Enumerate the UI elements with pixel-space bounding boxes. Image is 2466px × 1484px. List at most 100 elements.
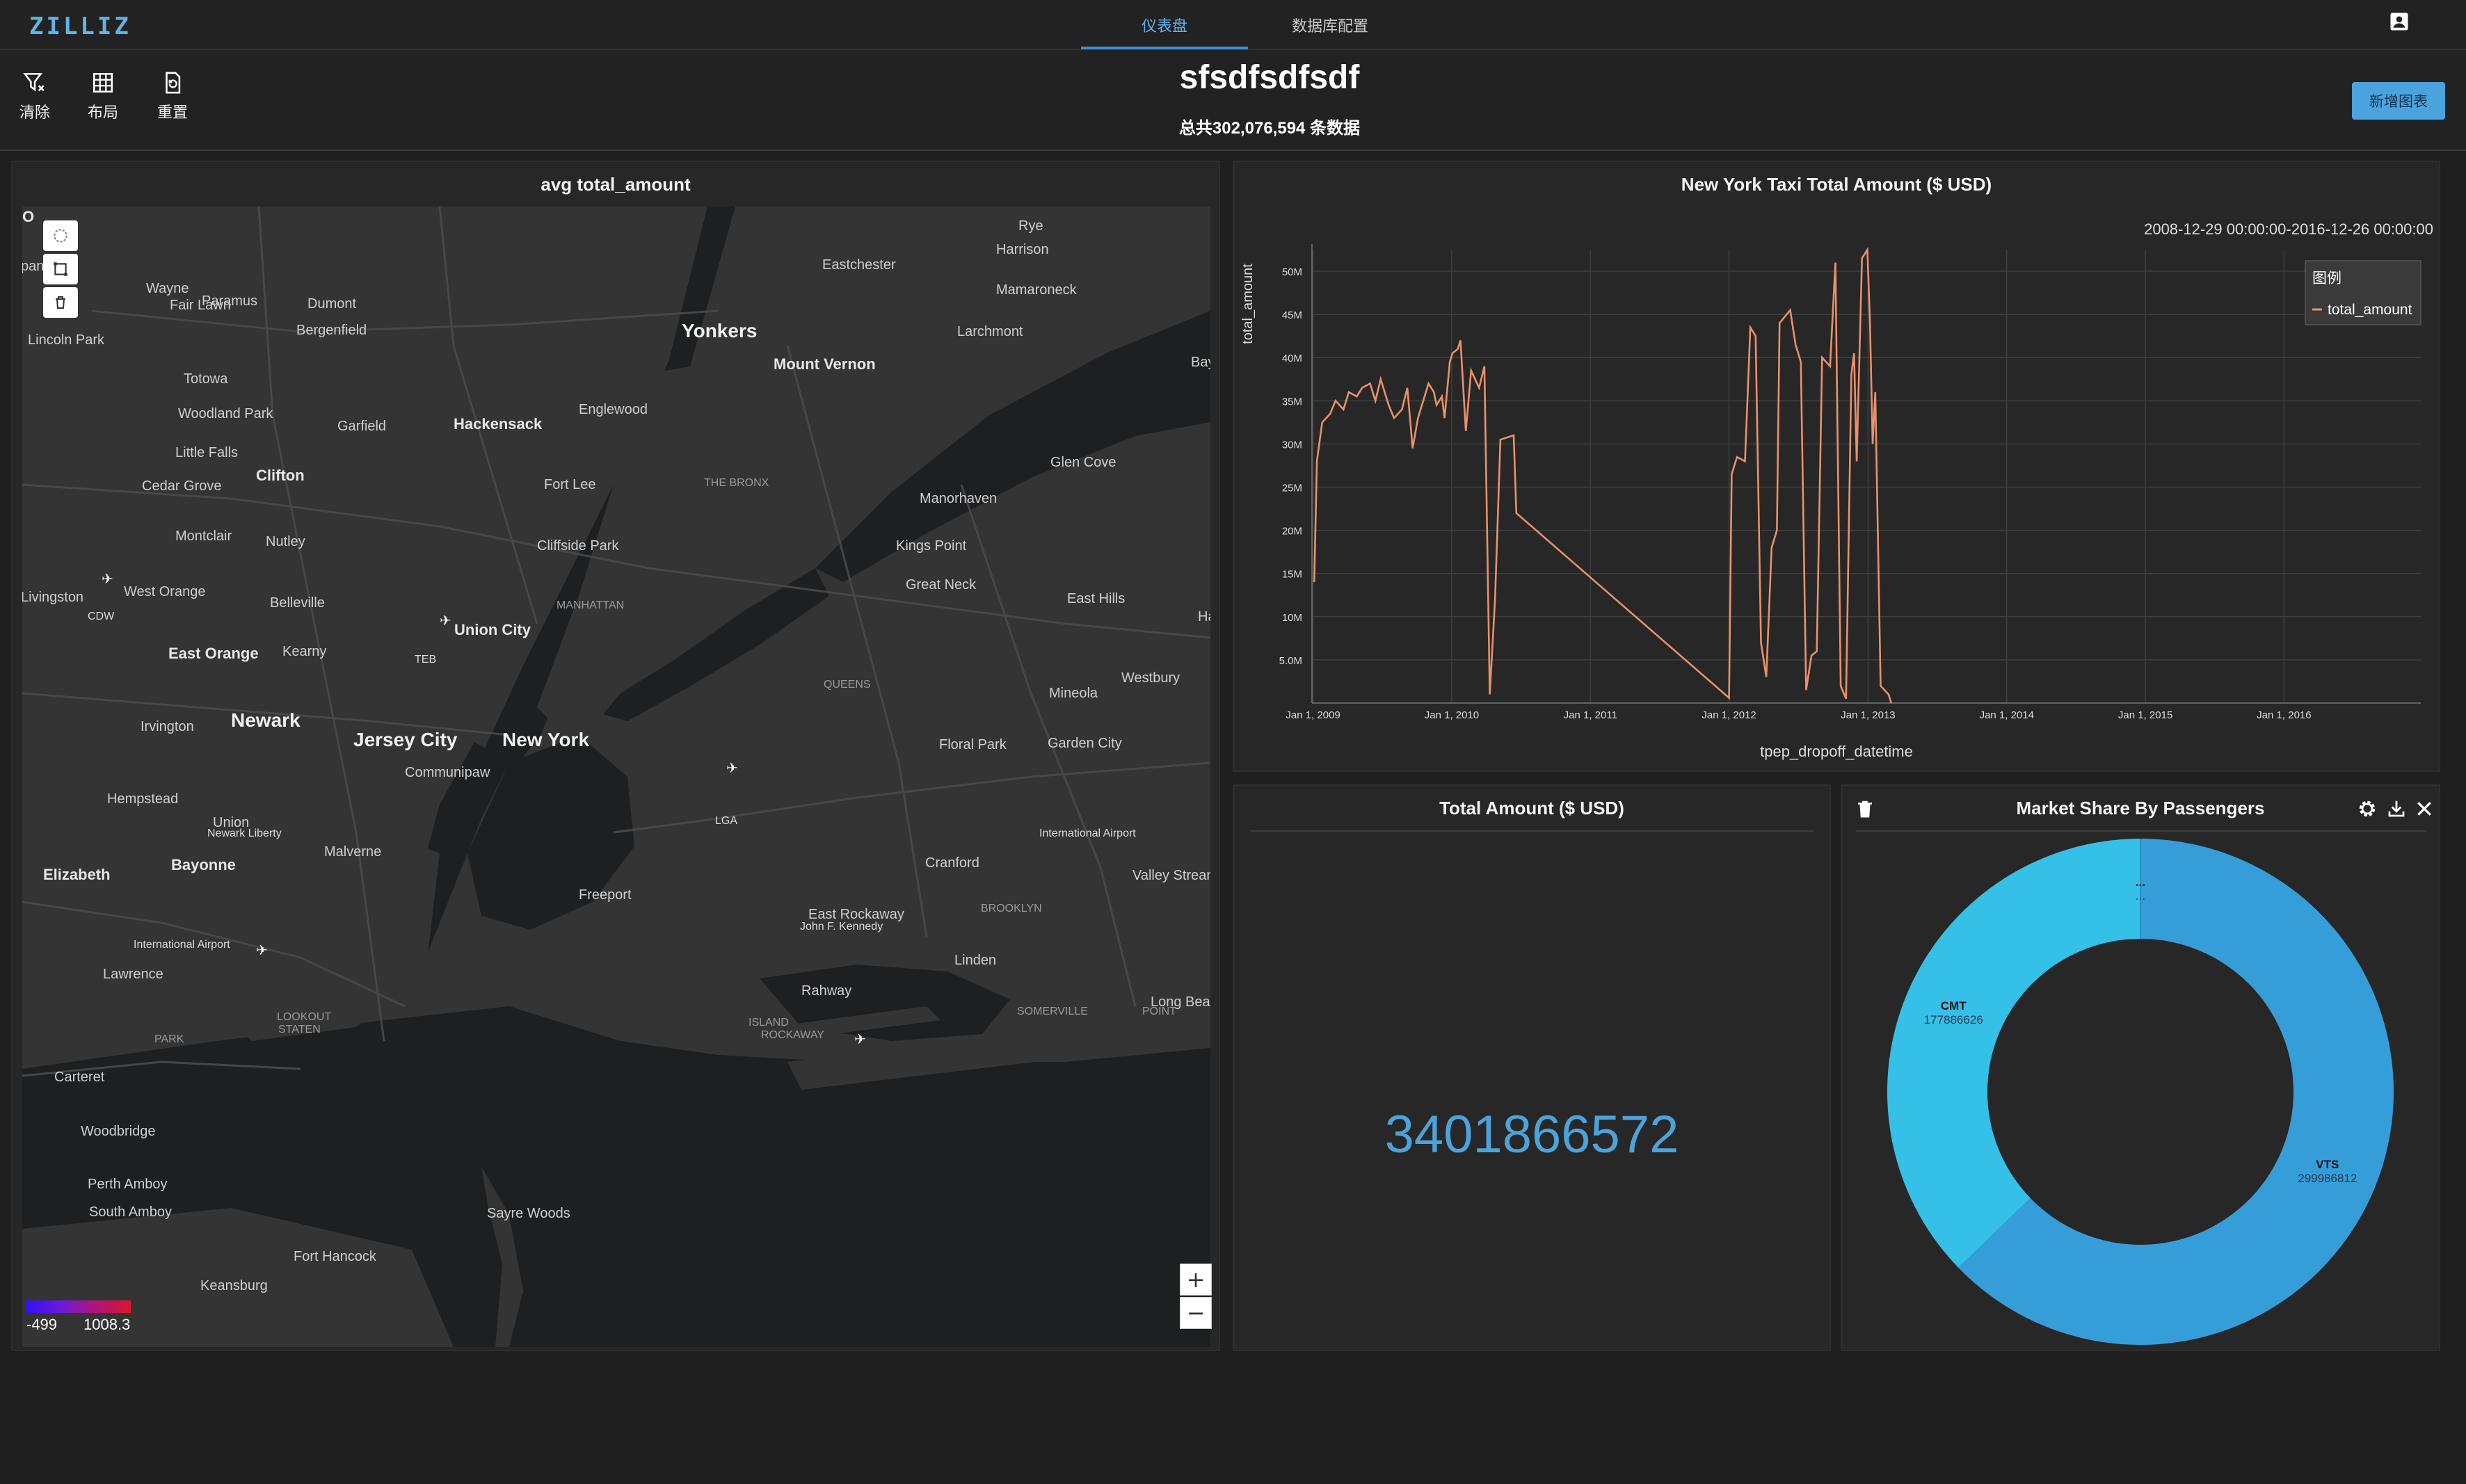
map-place-label: West Orange [124,584,205,599]
map-place-label: Union City [454,621,531,638]
map-place-label: Cranford [925,855,979,871]
map-place-label: Livingston [22,590,83,605]
y-tick-label: 40M [1282,353,1302,364]
filter-remove-icon [23,72,45,92]
donut-slices [1887,839,2394,1345]
y-tick-label: 35M [1282,396,1302,408]
zoom-in-button[interactable]: + [1180,1264,1212,1296]
line-chart-legend: 图例 total_amount [2305,260,2421,325]
trash-icon [56,296,65,309]
rect-select-icon [54,262,67,276]
map-place-label: Irvington [141,719,194,734]
legend-title: 图例 [2312,271,2341,287]
map-place-label: Larchmont [957,324,1023,339]
x-tick-label: Jan 1, 2009 [1286,709,1340,721]
map-place-label: Woodland Park [178,406,273,421]
layout-label: 布局 [87,104,118,121]
map-place-label: East Rockaway [808,907,904,922]
map-place-label: Harrison [996,242,1049,257]
map-place-label: Freeport [579,887,632,903]
map-place-label: Perth Amboy [88,1177,168,1192]
map-place-label: Glen Cove [1050,455,1116,470]
color-legend-ramp [25,1300,131,1313]
map-place-label: Cliffside Park [537,538,619,554]
map-place-label: SOMERVILLE [1017,1006,1088,1017]
top-navbar: ZILLIZ 仪表盘 数据库配置 [0,0,2466,50]
map-place-label: Manorhaven [920,491,997,506]
map-place-label: New York [502,729,589,750]
tab-database-config[interactable]: 数据库配置 [1247,14,1414,36]
x-tick-label: Jan 1, 2014 [1980,709,2034,721]
layout-button[interactable]: 布局 [75,71,131,122]
clear-selection-button[interactable] [43,287,78,318]
zilliz-logo[interactable]: ZILLIZ [29,13,131,40]
map-place-label: Westbury [1121,670,1180,686]
airport-icon: ✈ [854,1032,866,1047]
map-place-label: Malverne [324,844,381,860]
airport-icon: ✈ [726,761,738,776]
map-place-label: Montclair [175,529,232,544]
map-place-label: Rahway [801,983,851,999]
map-place-label: Bayonne [171,856,236,873]
map-place-label: Carteret [54,1070,105,1085]
y-tick-label: 20M [1282,526,1302,538]
map-place-label: Woodbridge [81,1124,155,1139]
dashboard-title[interactable]: sfsdfsdfsdf [885,58,1654,97]
map-place-label: Clifton [256,467,305,484]
map-place-label: Jersey City [353,729,458,750]
nyc-map[interactable]: Rye Harrison Eastchester Mamaroneck Larchmon… [22,207,1210,1347]
x-tick-label: Jan 1, 2016 [2257,709,2311,721]
map-place-label: Dumont [307,296,356,312]
add-chart-button[interactable]: 新增图表 [2352,82,2445,120]
map-place-label: Newark Liberty [207,828,282,839]
donut-category-label: ... [2136,876,2145,889]
y-tick-label: 45M [1282,309,1302,321]
x-axis-title: tpep_dropoff_datetime [1760,743,1913,760]
map-place-label: Mount Vernon [774,355,876,373]
donut-slice-cmt[interactable] [1887,839,2140,1268]
map-place-label: POINT [1142,1006,1176,1017]
reset-icon [166,72,181,94]
map-place-label: East Orange [168,645,259,662]
map-place-label: Garfield [337,419,386,434]
map-place-label: Hazlet [1198,609,1210,624]
map-place-label: LOOKOUT [277,1011,331,1023]
map-place-label: Kearny [282,644,326,659]
map-panel: avg total_amount Rye Harrison Eastcheste… [11,161,1220,1351]
clear-filters-button[interactable]: 清除 [7,71,63,122]
map-place-label: Sayre Woods [487,1206,570,1221]
line-chart[interactable]: 2008-12-29 00:00:00-2016-12-26 00:00:00 … [1234,162,2439,771]
map-place-label: Kings Point [896,538,967,554]
map-place-label: Communipaw [405,765,490,780]
y-tick-label: 25M [1282,483,1302,494]
map-panel-title: avg total_amount [541,174,691,195]
kpi-value: 3401866572 [1384,1105,1679,1164]
map-place-label: PARK [154,1033,184,1045]
map-place-label: Mamaroneck [996,282,1078,298]
donut-value-label: 177886626 [1924,1013,1983,1026]
map-place-label: LGA [715,815,737,827]
zoom-out-button[interactable]: − [1180,1297,1212,1329]
map-place-label: Bergenfield [296,323,367,338]
donut-chart[interactable]: VTS299986812 CMT177886626...... [1842,786,2439,1350]
map-place-label: Cedar Grove [142,478,222,494]
map-place-label: Garden City [1048,736,1122,751]
active-tab-indicator [1081,47,1248,49]
time-range-label: 2008-12-29 00:00:00-2016-12-26 00:00:00 [2144,220,2433,238]
reset-button[interactable]: 重置 [145,71,200,122]
y-tick-label: 5.0M [1279,655,1302,667]
lasso-select-button[interactable] [43,220,78,251]
map-place-label: Fort Lee [544,477,595,492]
tab-dashboard[interactable]: 仪表盘 [1081,14,1248,36]
y-tick-label: 50M [1282,266,1302,278]
map-place-label: Nutley [266,534,305,549]
y-axis-title: total_amount [1240,264,1256,344]
map-place-label: Englewood [579,402,648,417]
x-tick-label: Jan 1, 2015 [2118,709,2172,721]
map-place-label: Hempstead [107,791,178,807]
line-chart-grid [1312,250,2421,703]
map-place-label: Rye [1018,218,1043,234]
rect-select-button[interactable] [43,254,78,284]
record-total: 总共302,076,594 条数据 [1178,119,1361,138]
account-box-icon[interactable] [2389,11,2410,32]
